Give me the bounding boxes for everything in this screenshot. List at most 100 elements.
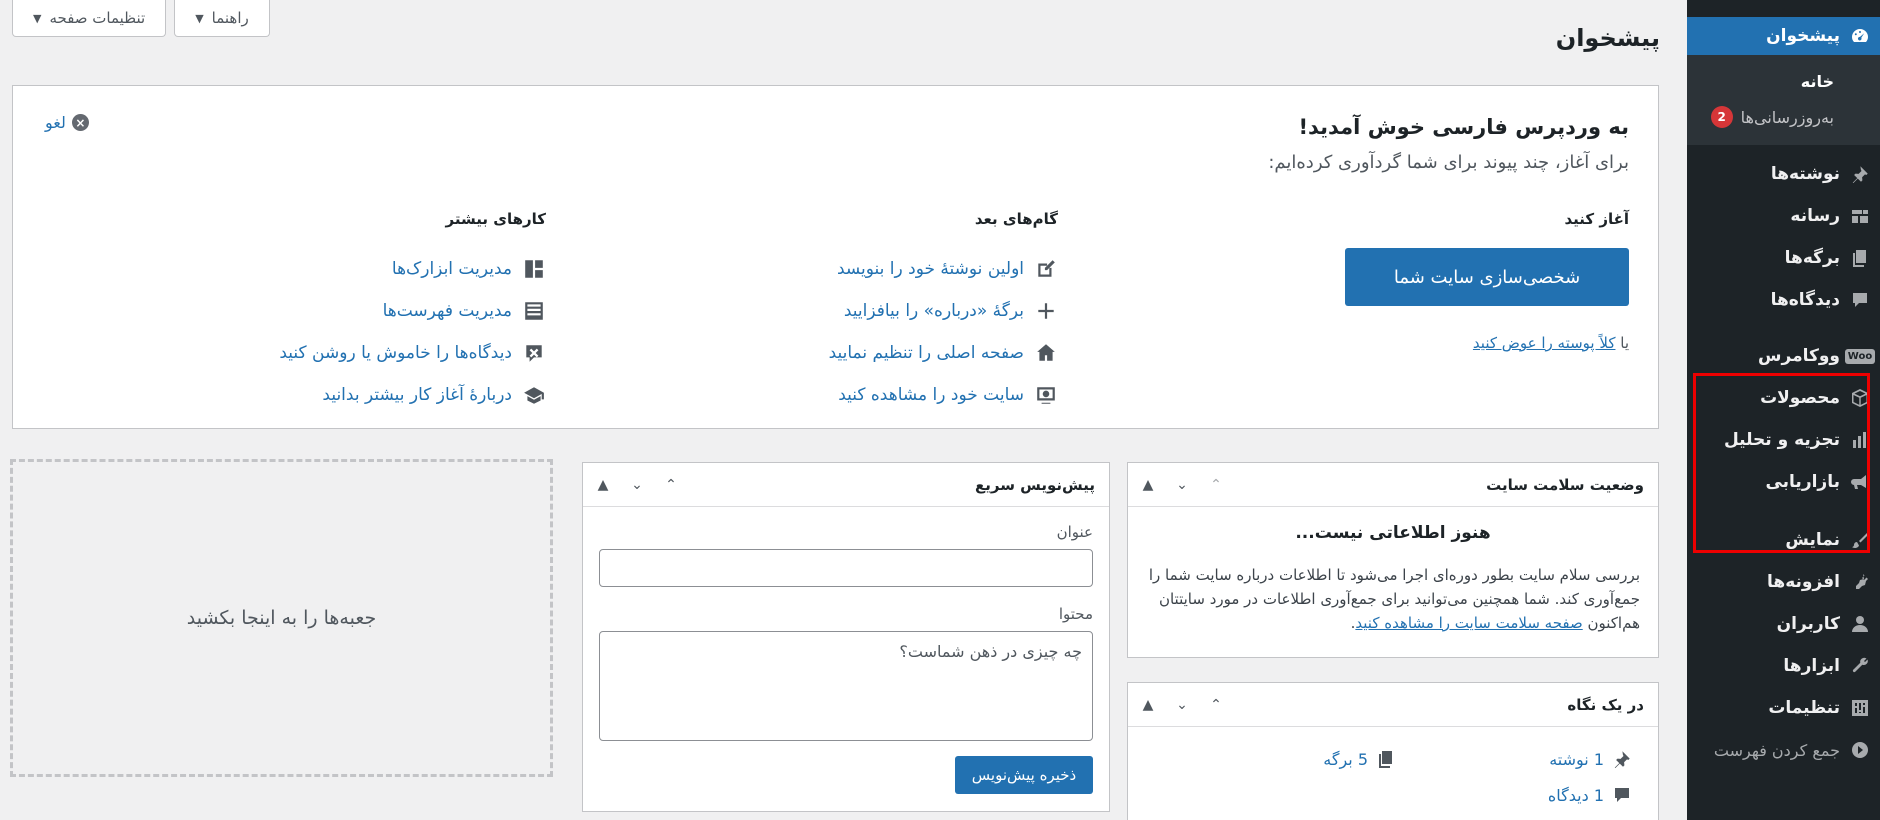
sidebar-item-comments[interactable]: دیدگاه‌ها xyxy=(1687,279,1880,321)
collapse-label: جمع کردن فهرست xyxy=(1713,740,1840,760)
box-icon xyxy=(1840,388,1880,408)
health-no-info: هنوز اطلاعاتی نیست... xyxy=(1295,523,1491,543)
draft-title-label: عنوان xyxy=(1056,523,1093,541)
next-step-link[interactable]: سایت خود را مشاهده کنید xyxy=(838,385,1024,405)
chevron-down-icon[interactable]: ⌄ xyxy=(1172,477,1192,493)
help-button[interactable]: راهنما ▼ xyxy=(174,0,270,37)
sidebar-item-label: رسانه xyxy=(1790,206,1840,226)
chevron-up-icon[interactable]: ⌃ xyxy=(1206,477,1226,493)
plus-icon xyxy=(1034,299,1058,323)
glance-pages-count: 5 برگه xyxy=(1323,749,1368,769)
sidebar-item-analytics[interactable]: تجزیه و تحلیل xyxy=(1687,419,1880,461)
chevron-up-icon[interactable]: ⌃ xyxy=(1206,697,1226,713)
collapse-menu-button[interactable]: جمع کردن فهرست xyxy=(1687,729,1880,771)
change-theme-link[interactable]: کلاً پوسته را عوض کنید xyxy=(1473,334,1616,352)
more-actions-column: کارهای بیشتر مدیریت ابزارک‌ها مدیریت فهر… xyxy=(146,210,546,416)
next-step-front-page[interactable]: صفحه اصلی را تنظیم نمایید xyxy=(758,332,1058,374)
comment-bubble-icon xyxy=(1615,788,1629,802)
dashboard-submenu: خانه به‌روزرسانی‌ها 2 xyxy=(1687,55,1880,145)
more-action-widgets[interactable]: مدیریت ابزارک‌ها xyxy=(146,248,546,290)
more-action-link[interactable]: مدیریت ابزارک‌ها xyxy=(392,259,512,279)
widgets-icon xyxy=(522,257,546,281)
glance-posts-link[interactable]: 1 نوشته xyxy=(1396,741,1632,777)
next-step-write-post[interactable]: اولین نوشتهٔ خود را بنویسد xyxy=(758,248,1058,290)
submenu-updates[interactable]: به‌روزرسانی‌ها 2 xyxy=(1687,99,1880,135)
more-action-comments-toggle[interactable]: دیدگاه‌ها را خاموش یا روشن کنید xyxy=(146,332,546,374)
dismiss-welcome-link[interactable]: × لغو xyxy=(45,113,89,132)
sidebar-item-label: محصولات xyxy=(1760,388,1840,408)
next-step-link[interactable]: برگهٔ «درباره» را بیافزایید xyxy=(844,301,1024,321)
sidebar-item-users[interactable]: کاربران xyxy=(1687,603,1880,645)
more-action-menus[interactable]: مدیریت فهرست‌ها xyxy=(146,290,546,332)
pages-icon xyxy=(1379,751,1392,768)
sidebar-item-pages[interactable]: برگه‌ها xyxy=(1687,237,1880,279)
glance-comments-count: 1 دیدگاه xyxy=(1547,785,1604,805)
sidebar-item-settings[interactable]: تنظیمات xyxy=(1687,687,1880,729)
more-action-link[interactable]: دربارهٔ آغاز کار بیشتر بدانید xyxy=(322,385,512,405)
health-page-link[interactable]: صفحه سلامت سایت را مشاهده کنید xyxy=(1355,614,1582,632)
comment-bubble-icon xyxy=(1840,290,1880,310)
site-health-widget: وضعیت سلامت سایت ▲ ⌄ ⌃ هنوز اطلاعاتی نیس… xyxy=(1127,462,1659,658)
move-down-icon[interactable]: ▲ xyxy=(593,477,613,493)
next-step-link[interactable]: اولین نوشتهٔ خود را بنویسد xyxy=(837,259,1024,279)
more-action-link[interactable]: مدیریت فهرست‌ها xyxy=(383,301,512,321)
customize-site-button[interactable]: شخصی‌سازی سایت شما xyxy=(1345,248,1629,306)
sidebar-item-label: افزونه‌ها xyxy=(1767,572,1840,592)
sidebar-item-label: بازاریابی xyxy=(1765,472,1840,492)
more-action-learn-more[interactable]: دربارهٔ آغاز کار بیشتر بدانید xyxy=(146,374,546,416)
chevron-down-icon[interactable]: ⌄ xyxy=(627,477,647,493)
save-draft-button[interactable]: ذخیره پیش‌نویس xyxy=(955,756,1093,794)
draft-title-input[interactable] xyxy=(599,549,1093,587)
help-label: راهنما xyxy=(211,9,249,27)
sidebar-item-label: ووکامرس xyxy=(1758,346,1840,366)
chevron-up-icon[interactable]: ⌃ xyxy=(661,477,681,493)
next-step-view-site[interactable]: سایت خود را مشاهده کنید xyxy=(758,374,1058,416)
sidebar-item-label: نمایش xyxy=(1785,530,1840,550)
plugin-icon xyxy=(1840,572,1880,592)
sidebar-item-tools[interactable]: ابزارها xyxy=(1687,645,1880,687)
sidebar-item-marketing[interactable]: بازاریابی xyxy=(1687,461,1880,503)
welcome-about: برای آغاز، چند پیوند برای شما گردآوری کر… xyxy=(1268,152,1629,173)
updates-count-badge: 2 xyxy=(1710,106,1733,128)
glance-comments-link[interactable]: 1 دیدگاه xyxy=(1396,777,1632,813)
more-action-link[interactable]: دیدگاه‌ها را خاموش یا روشن کنید xyxy=(279,343,512,363)
sidebar-item-media[interactable]: رسانه xyxy=(1687,195,1880,237)
sidebar-item-appearance[interactable]: نمایش xyxy=(1687,519,1880,561)
health-description: بررسی سلام سایت بطور دوره‌ای اجرا می‌شود… xyxy=(1146,563,1640,635)
pin-icon xyxy=(1840,164,1880,184)
quick-draft-widget: پیش‌نویس سریع ▲ ⌄ ⌃ عنوان محتوا چه چیزی … xyxy=(582,462,1110,812)
at-a-glance-widget: در یک نگاه ▲ ⌄ ⌃ 1 نوشته 5 برگه 1 دیدگاه xyxy=(1127,682,1659,820)
sidebar-item-products[interactable]: محصولات xyxy=(1687,377,1880,419)
sidebar-item-plugins[interactable]: افزونه‌ها xyxy=(1687,561,1880,603)
move-down-icon[interactable]: ▲ xyxy=(1138,697,1158,713)
glance-pages-link[interactable]: 5 برگه xyxy=(1160,741,1396,777)
sidebar-item-label: پیشخوان xyxy=(1766,26,1840,46)
submenu-home[interactable]: خانه xyxy=(1687,63,1880,99)
chevron-down-icon[interactable]: ⌄ xyxy=(1172,697,1192,713)
sidebar-item-woocommerce[interactable]: Woo ووکامرس xyxy=(1687,335,1880,377)
page-title: پیشخوان xyxy=(1555,24,1660,52)
bar-chart-icon xyxy=(1840,430,1880,450)
next-step-add-about[interactable]: برگهٔ «درباره» را بیافزایید xyxy=(758,290,1058,332)
screen-options-button[interactable]: تنظیمات صفحه ▼ xyxy=(12,0,167,37)
sidebar-item-posts[interactable]: نوشته‌ها xyxy=(1687,153,1880,195)
paintbrush-icon xyxy=(1840,530,1880,550)
dashboard-gauge-icon xyxy=(1840,26,1880,46)
user-icon xyxy=(1840,614,1880,634)
next-steps-heading: گام‌های بعد xyxy=(974,210,1058,228)
view-site-icon xyxy=(1034,383,1058,407)
move-down-icon[interactable]: ▲ xyxy=(1138,477,1158,493)
empty-widget-dropzone[interactable]: جعبه‌ها را به اینجا بکشید xyxy=(10,459,553,777)
submenu-label: به‌روزرسانی‌ها xyxy=(1740,107,1834,127)
media-icon xyxy=(1840,206,1880,226)
widget-title: در یک نگاه xyxy=(1567,695,1644,714)
draft-content-textarea[interactable]: چه چیزی در ذهن شماست؟ xyxy=(599,631,1093,741)
menu-list-icon xyxy=(522,299,546,323)
sidebar-item-dashboard[interactable]: پیشخوان xyxy=(1678,17,1880,55)
get-started-heading: آغاز کنید xyxy=(1564,210,1629,228)
sidebar-item-label: کاربران xyxy=(1776,614,1840,634)
sidebar-item-label: برگه‌ها xyxy=(1784,248,1840,268)
next-step-link[interactable]: صفحه اصلی را تنظیم نمایید xyxy=(829,343,1024,363)
wrench-icon xyxy=(1840,656,1880,676)
get-started-column: آغاز کنید شخصی‌سازی سایت شما یا کلاً پوس… xyxy=(1329,210,1629,352)
